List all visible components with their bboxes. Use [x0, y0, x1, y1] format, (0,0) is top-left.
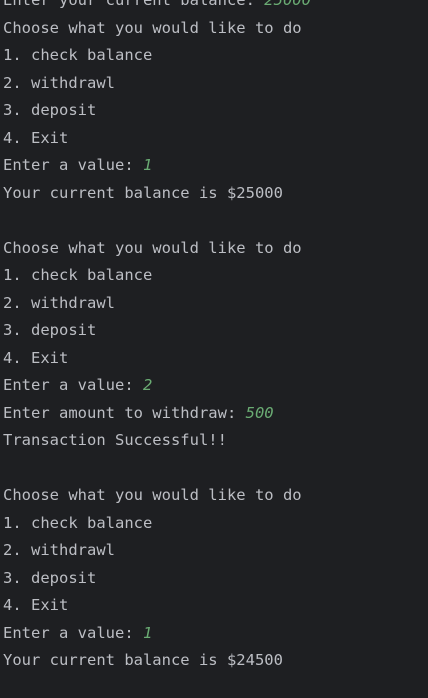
line-text: 4. Exit: [3, 348, 69, 367]
console-line: 4. Exit: [3, 592, 428, 620]
console-line: 3. deposit: [3, 97, 428, 125]
line-text: 3. deposit: [3, 568, 97, 587]
console-line: Choose what you would like to do: [3, 15, 428, 43]
user-input: 1: [142, 156, 153, 174]
line-text: Choose what you would like to do: [3, 18, 302, 37]
line-text: 2. withdrawl: [3, 541, 115, 559]
user-input: 25000: [264, 0, 311, 9]
user-input: 1: [142, 623, 153, 642]
console-line: 1. check balance: [3, 42, 428, 70]
line-text: 1. check balance: [3, 46, 153, 64]
line-text: Your current balance is $24500: [3, 651, 283, 669]
console-line: 3. deposit: [3, 565, 428, 593]
line-text: 4. Exit: [3, 128, 69, 147]
console-line: 4. Exit: [3, 345, 428, 373]
console-line: 2. withdrawl: [3, 70, 428, 98]
line-text: Your current balance is $25000: [3, 183, 283, 202]
line-text: Enter your current balance:: [3, 0, 265, 9]
line-text: Transaction Successful!!: [3, 431, 227, 449]
line-text: 4. Exit: [3, 596, 69, 614]
console-line: 2. withdrawl: [3, 537, 428, 565]
console-line: 1. check balance: [3, 262, 428, 290]
console-line: Enter a value: 1: [3, 620, 428, 648]
line-text: 2. withdrawl: [3, 293, 115, 312]
line-text: Enter a value:: [3, 156, 143, 174]
console-line: Your current balance is $24500: [3, 647, 428, 675]
console-line: Enter a value: 2: [3, 372, 428, 400]
console-line: Choose what you would like to do: [3, 235, 428, 263]
line-text: Enter a value:: [3, 623, 143, 642]
console-line: 1. check balance: [3, 510, 428, 538]
line-text: Choose what you would like to do: [3, 486, 302, 504]
line-text: 3. deposit: [3, 101, 97, 119]
line-text: 1. check balance: [3, 513, 153, 532]
console-line: 3. deposit: [3, 317, 428, 345]
line-text: Enter a value:: [3, 376, 143, 394]
console-line: 4. Exit: [3, 125, 428, 153]
console-line: Your current balance is $25000: [3, 180, 428, 208]
line-text: 1. check balance: [3, 266, 153, 284]
console-line: Enter a value: 1: [3, 152, 428, 180]
console-line: Enter amount to withdraw: 500: [3, 400, 428, 428]
console-output[interactable]: Enter your current balance: 25000 Choose…: [0, 0, 428, 685]
line-text: 3. deposit: [3, 321, 97, 339]
console-line: 2. withdrawl: [3, 290, 428, 318]
console-line: Transaction Successful!!: [3, 427, 428, 455]
console-line: Choose what you would like to do: [3, 482, 428, 510]
line-text: Choose what you would like to do: [3, 238, 302, 257]
console-line: Enter your current balance: 25000: [3, 0, 428, 15]
line-text: 2. withdrawl: [3, 73, 115, 92]
line-text: Enter amount to withdraw:: [3, 403, 246, 422]
user-input: 500: [245, 403, 274, 422]
user-input: 2: [142, 376, 153, 394]
